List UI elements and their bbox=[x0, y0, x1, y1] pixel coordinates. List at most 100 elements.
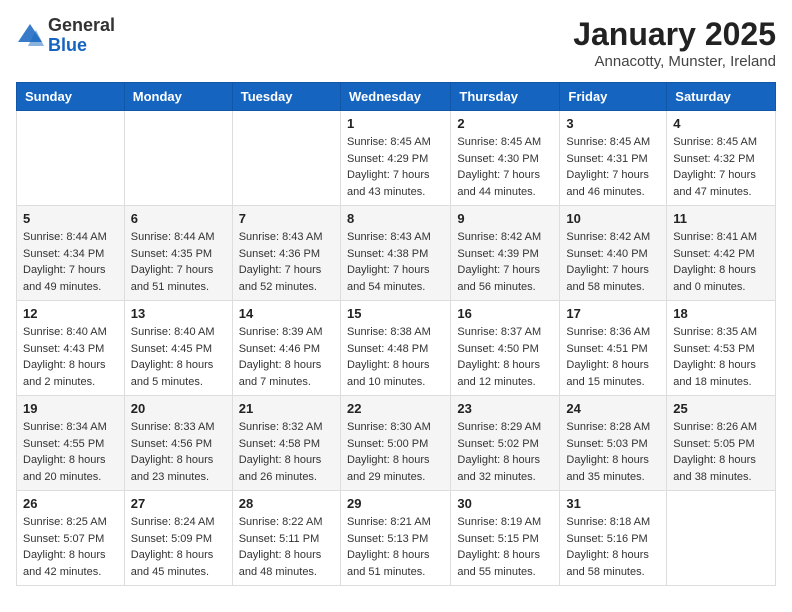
cell-line: and 58 minutes. bbox=[566, 564, 660, 581]
cell-content: Sunrise: 8:43 AMSunset: 4:36 PMDaylight:… bbox=[239, 229, 334, 295]
day-number: 7 bbox=[239, 211, 334, 226]
cell-line: Daylight: 8 hours bbox=[23, 452, 118, 469]
cell-line: Sunrise: 8:43 AM bbox=[239, 229, 334, 246]
cell-line: Daylight: 8 hours bbox=[673, 357, 769, 374]
cell-line: and 58 minutes. bbox=[566, 279, 660, 296]
cell-line: Sunset: 4:42 PM bbox=[673, 246, 769, 263]
location-subtitle: Annacotty, Munster, Ireland bbox=[573, 53, 776, 70]
cell-line: Sunset: 4:34 PM bbox=[23, 246, 118, 263]
calendar-cell: 28Sunrise: 8:22 AMSunset: 5:11 PMDayligh… bbox=[232, 491, 340, 586]
day-number: 27 bbox=[131, 496, 226, 511]
calendar-cell: 3 Sunrise: 8:45 AMSunset: 4:31 PMDaylight… bbox=[560, 111, 667, 206]
cell-line: Sunrise: 8:30 AM bbox=[347, 419, 444, 436]
day-number: 17 bbox=[566, 306, 660, 321]
cell-line: Sunrise: 8:18 AM bbox=[566, 514, 660, 531]
cell-line: Daylight: 8 hours bbox=[23, 357, 118, 374]
cell-line: Sunrise: 8:36 AM bbox=[566, 324, 660, 341]
cell-line: and 35 minutes. bbox=[566, 469, 660, 486]
cell-line: Daylight: 8 hours bbox=[131, 357, 226, 374]
weekday-header-sunday: Sunday bbox=[17, 83, 125, 111]
day-number: 30 bbox=[457, 496, 553, 511]
calendar-cell: 23Sunrise: 8:29 AMSunset: 5:02 PMDayligh… bbox=[451, 396, 560, 491]
calendar-cell: 15Sunrise: 8:38 AMSunset: 4:48 PMDayligh… bbox=[340, 301, 450, 396]
cell-line: and 52 minutes. bbox=[239, 279, 334, 296]
day-number: 20 bbox=[131, 401, 226, 416]
cell-line: and 0 minutes. bbox=[673, 279, 769, 296]
cell-line: Sunset: 4:31 PM bbox=[566, 151, 660, 168]
cell-line: Sunset: 4:30 PM bbox=[457, 151, 553, 168]
calendar-cell: 27 Sunrise: 8:24 AMSunset: 5:09 PMDayligh… bbox=[124, 491, 232, 586]
cell-line: Sunrise: 8:24 AM bbox=[131, 514, 226, 531]
cell-line: and 46 minutes. bbox=[566, 184, 660, 201]
weekday-header-thursday: Thursday bbox=[451, 83, 560, 111]
day-number: 18 bbox=[673, 306, 769, 321]
cell-line: Sunset: 5:03 PM bbox=[566, 436, 660, 453]
cell-content: Sunrise: 8:38 AMSunset: 4:48 PMDaylight:… bbox=[347, 324, 444, 390]
day-number: 3 bbox=[566, 116, 660, 131]
cell-line: Sunrise: 8:40 AM bbox=[131, 324, 226, 341]
calendar-cell: 31Sunrise: 8:18 AMSunset: 5:16 PMDayligh… bbox=[560, 491, 667, 586]
cell-line: and 54 minutes. bbox=[347, 279, 444, 296]
cell-content: Sunrise: 8:43 AMSunset: 4:38 PMDaylight:… bbox=[347, 229, 444, 295]
cell-line: Sunrise: 8:45 AM bbox=[457, 134, 553, 151]
cell-content: Sunrise: 8:25 AMSunset: 5:07 PMDaylight:… bbox=[23, 514, 118, 580]
calendar-cell: 16Sunrise: 8:37 AMSunset: 4:50 PMDayligh… bbox=[451, 301, 560, 396]
cell-line: Sunset: 5:11 PM bbox=[239, 531, 334, 548]
cell-content: Sunrise: 8:29 AMSunset: 5:02 PMDaylight:… bbox=[457, 419, 553, 485]
cell-line: Daylight: 8 hours bbox=[131, 452, 226, 469]
cell-content: Sunrise: 8:44 AMSunset: 4:34 PMDaylight:… bbox=[23, 229, 118, 295]
cell-line: and 23 minutes. bbox=[131, 469, 226, 486]
day-number: 8 bbox=[347, 211, 444, 226]
cell-line: Daylight: 7 hours bbox=[457, 167, 553, 184]
cell-content: Sunrise: 8:45 AMSunset: 4:30 PMDaylight:… bbox=[457, 134, 553, 200]
cell-line: Sunrise: 8:39 AM bbox=[239, 324, 334, 341]
calendar-cell: 10Sunrise: 8:42 AMSunset: 4:40 PMDayligh… bbox=[560, 206, 667, 301]
day-number: 24 bbox=[566, 401, 660, 416]
cell-line: Sunset: 4:50 PM bbox=[457, 341, 553, 358]
cell-line: Daylight: 8 hours bbox=[347, 357, 444, 374]
cell-line: Daylight: 8 hours bbox=[131, 547, 226, 564]
calendar-cell: 17Sunrise: 8:36 AMSunset: 4:51 PMDayligh… bbox=[560, 301, 667, 396]
cell-line: and 43 minutes. bbox=[347, 184, 444, 201]
cell-line: Sunrise: 8:42 AM bbox=[566, 229, 660, 246]
cell-content: Sunrise: 8:45 AMSunset: 4:31 PMDaylight:… bbox=[566, 134, 660, 200]
day-number: 19 bbox=[23, 401, 118, 416]
cell-line: Sunrise: 8:41 AM bbox=[673, 229, 769, 246]
cell-line: and 45 minutes. bbox=[131, 564, 226, 581]
cell-content: Sunrise: 8:40 AMSunset: 4:45 PMDaylight:… bbox=[131, 324, 226, 390]
cell-line: and 5 minutes. bbox=[131, 374, 226, 391]
day-number: 13 bbox=[131, 306, 226, 321]
cell-line: Sunset: 5:07 PM bbox=[23, 531, 118, 548]
cell-content: Sunrise: 8:35 AMSunset: 4:53 PMDaylight:… bbox=[673, 324, 769, 390]
page-header: General Blue January 2025 Annacotty, Mun… bbox=[16, 16, 776, 70]
cell-content: Sunrise: 8:42 AMSunset: 4:40 PMDaylight:… bbox=[566, 229, 660, 295]
cell-line: Sunset: 4:46 PM bbox=[239, 341, 334, 358]
calendar-cell: 11Sunrise: 8:41 AMSunset: 4:42 PMDayligh… bbox=[667, 206, 776, 301]
cell-line: Daylight: 8 hours bbox=[566, 357, 660, 374]
cell-line: Sunset: 5:16 PM bbox=[566, 531, 660, 548]
calendar-cell: 1Sunrise: 8:45 AMSunset: 4:29 PMDaylight… bbox=[340, 111, 450, 206]
cell-line: Sunset: 5:09 PM bbox=[131, 531, 226, 548]
cell-line: Sunset: 4:40 PM bbox=[566, 246, 660, 263]
cell-line: Daylight: 7 hours bbox=[347, 262, 444, 279]
cell-line: and 47 minutes. bbox=[673, 184, 769, 201]
day-number: 28 bbox=[239, 496, 334, 511]
day-number: 6 bbox=[131, 211, 226, 226]
cell-line: Daylight: 7 hours bbox=[239, 262, 334, 279]
cell-line: Sunrise: 8:38 AM bbox=[347, 324, 444, 341]
cell-content: Sunrise: 8:44 AMSunset: 4:35 PMDaylight:… bbox=[131, 229, 226, 295]
cell-line: Sunrise: 8:32 AM bbox=[239, 419, 334, 436]
cell-content: Sunrise: 8:34 AMSunset: 4:55 PMDaylight:… bbox=[23, 419, 118, 485]
calendar-cell: 19 Sunrise: 8:34 AMSunset: 4:55 PMDayligh… bbox=[17, 396, 125, 491]
cell-content: Sunrise: 8:21 AMSunset: 5:13 PMDaylight:… bbox=[347, 514, 444, 580]
cell-content: Sunrise: 8:18 AMSunset: 5:16 PMDaylight:… bbox=[566, 514, 660, 580]
calendar-cell: 25Sunrise: 8:26 AMSunset: 5:05 PMDayligh… bbox=[667, 396, 776, 491]
calendar-week-2: 5Sunrise: 8:44 AMSunset: 4:34 PMDaylight… bbox=[17, 206, 776, 301]
cell-line: Sunrise: 8:45 AM bbox=[347, 134, 444, 151]
day-number: 16 bbox=[457, 306, 553, 321]
calendar-cell bbox=[667, 491, 776, 586]
cell-line: Daylight: 7 hours bbox=[23, 262, 118, 279]
day-number: 22 bbox=[347, 401, 444, 416]
cell-line: Sunrise: 8:43 AM bbox=[347, 229, 444, 246]
calendar-cell bbox=[17, 111, 125, 206]
